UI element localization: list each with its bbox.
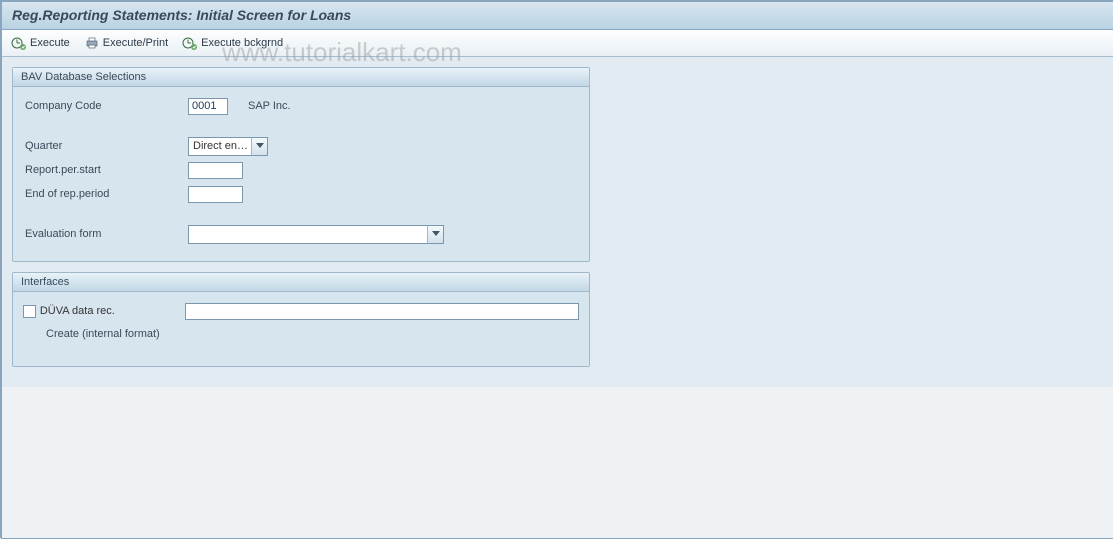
evaluation-form-select[interactable] <box>188 225 444 244</box>
quarter-select-value: Direct en… <box>189 140 251 152</box>
page-title: Reg.Reporting Statements: Initial Screen… <box>12 7 351 23</box>
evaluation-form-label: Evaluation form <box>23 228 188 240</box>
company-name-text: SAP Inc. <box>248 100 291 112</box>
report-start-input[interactable] <box>188 162 243 179</box>
application-toolbar: Execute Execute/Print Execute bckgrnd <box>2 30 1113 57</box>
create-internal-format-label: Create (internal format) <box>46 328 579 340</box>
interfaces-group: Interfaces DÜVA data rec. Create (intern… <box>12 272 590 367</box>
interfaces-group-body: DÜVA data rec. Create (internal format) <box>13 292 589 366</box>
page-title-bar: Reg.Reporting Statements: Initial Screen… <box>2 2 1113 30</box>
execute-background-button[interactable]: Execute bckgrnd <box>179 33 290 53</box>
company-code-label: Company Code <box>23 100 188 112</box>
print-icon <box>84 35 100 51</box>
workspace: BAV Database Selections Company Code SAP… <box>2 57 1113 387</box>
quarter-select[interactable]: Direct en… <box>188 137 268 156</box>
bav-group-body: Company Code SAP Inc. Quarter Direct en…… <box>13 87 589 261</box>
report-start-label: Report.per.start <box>23 164 188 176</box>
clock-execute-bckgrnd-icon <box>182 35 198 51</box>
report-end-input[interactable] <box>188 186 243 203</box>
bav-group: BAV Database Selections Company Code SAP… <box>12 67 590 262</box>
duva-input[interactable] <box>185 303 579 320</box>
report-end-label: End of rep.period <box>23 188 188 200</box>
execute-background-button-label: Execute bckgrnd <box>201 37 283 49</box>
duva-checkbox[interactable] <box>23 305 36 318</box>
dropdown-icon[interactable] <box>251 138 267 155</box>
execute-print-button-label: Execute/Print <box>103 37 168 49</box>
execute-button[interactable]: Execute <box>8 33 77 53</box>
dropdown-icon[interactable] <box>427 226 443 243</box>
duva-label: DÜVA data rec. <box>36 305 186 317</box>
bav-group-header: BAV Database Selections <box>13 68 589 87</box>
interfaces-group-header: Interfaces <box>13 273 589 292</box>
execute-button-label: Execute <box>30 37 70 49</box>
clock-execute-icon <box>11 35 27 51</box>
company-code-input[interactable] <box>188 98 228 115</box>
execute-print-button[interactable]: Execute/Print <box>81 33 175 53</box>
quarter-label: Quarter <box>23 140 188 152</box>
